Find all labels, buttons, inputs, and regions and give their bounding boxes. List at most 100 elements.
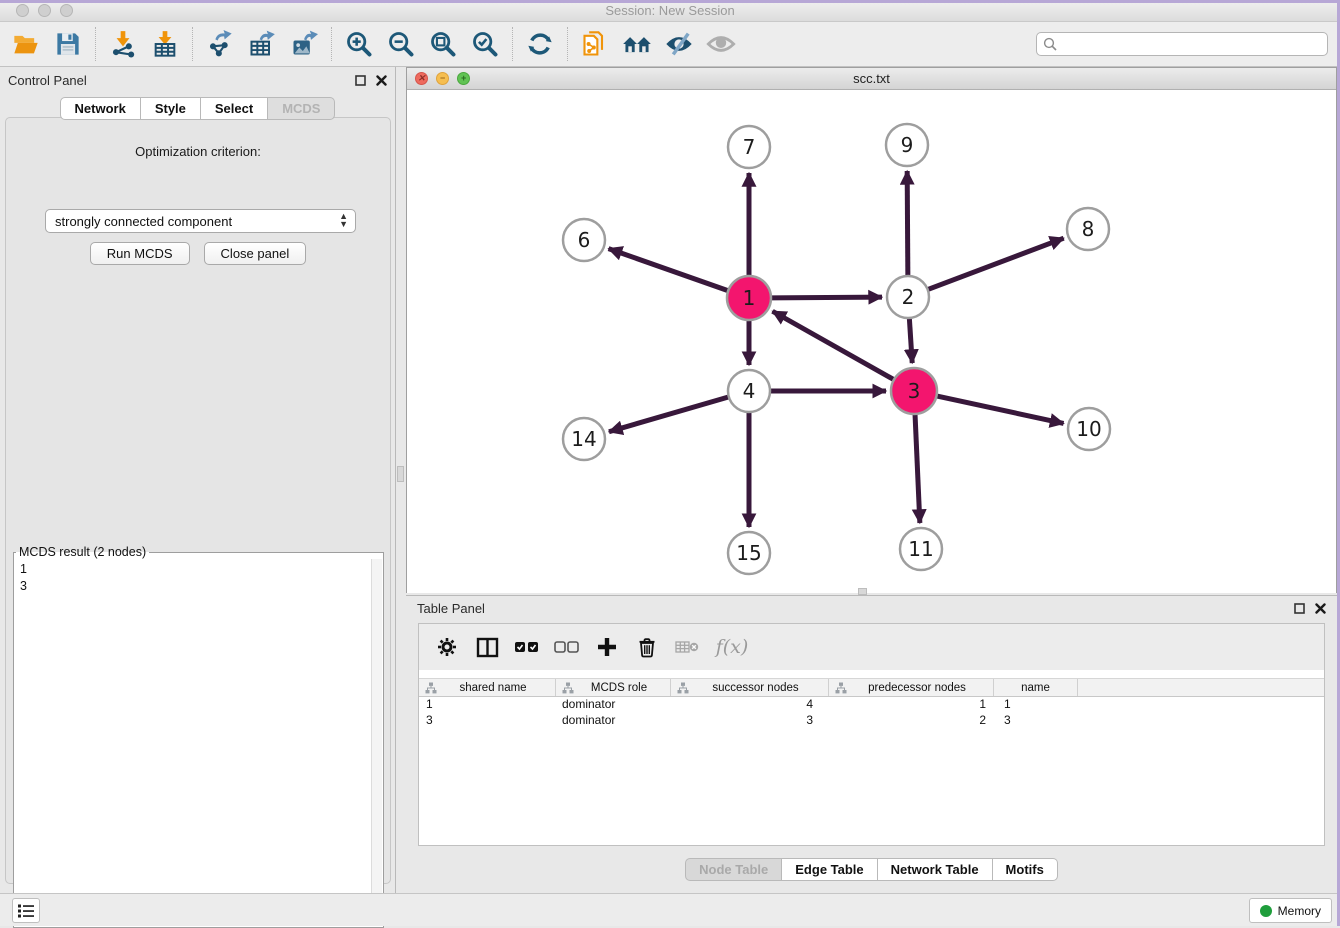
edge-1-6[interactable]: [609, 249, 729, 291]
tab-node-table[interactable]: Node Table: [685, 858, 782, 881]
shared-column-icon: [835, 682, 847, 694]
cell-name[interactable]: 3: [994, 713, 1078, 729]
node-label: 8: [1082, 217, 1095, 241]
memory-button[interactable]: Memory: [1249, 898, 1332, 923]
control-panel-tabs: NetworkStyleSelectMCDS: [0, 97, 395, 120]
edge-3-11[interactable]: [915, 414, 920, 523]
close-panel-button[interactable]: Close panel: [204, 242, 307, 265]
edge-1-2[interactable]: [771, 297, 882, 298]
open-file-icon[interactable]: [8, 26, 44, 62]
edge-2-8[interactable]: [928, 238, 1064, 289]
network-title: scc.txt: [407, 71, 1336, 86]
cell-shared-name[interactable]: 1: [419, 697, 556, 713]
task-history-button[interactable]: [12, 898, 40, 923]
gear-icon[interactable]: [429, 629, 465, 665]
function-builder-icon: f(x): [709, 629, 755, 665]
first-neighbors-icon[interactable]: [619, 26, 655, 62]
cell-shared-name[interactable]: 3: [419, 713, 556, 729]
criterion-dropdown[interactable]: strongly connected component ▲▼: [45, 209, 356, 233]
add-column-icon[interactable]: [589, 629, 625, 665]
mcds-result-list[interactable]: 13: [14, 559, 371, 926]
network-window-titlebar[interactable]: ✕ − + scc.txt: [407, 68, 1336, 90]
edge-3-1[interactable]: [773, 311, 894, 379]
tab-mcds[interactable]: MCDS: [268, 97, 335, 120]
table-panel-tabs: Node TableEdge TableNetwork TableMotifs: [406, 858, 1337, 881]
tab-select[interactable]: Select: [201, 97, 268, 120]
cell-successor-nodes[interactable]: 3: [671, 713, 829, 729]
cell-successor-nodes[interactable]: 4: [671, 697, 829, 713]
export-table-icon[interactable]: [244, 26, 280, 62]
vertical-splitter-handle[interactable]: [397, 466, 404, 482]
table-row[interactable]: 1dominator411: [419, 697, 1324, 713]
zoom-out-icon[interactable]: [383, 26, 419, 62]
column-header-MCDS-role[interactable]: MCDS role: [556, 679, 671, 696]
tab-network-table[interactable]: Network Table: [878, 858, 993, 881]
export-network-icon[interactable]: [202, 26, 238, 62]
split-panel-icon[interactable]: [469, 629, 505, 665]
optimization-criterion-label: Optimization criterion:: [6, 144, 390, 159]
zoom-in-icon[interactable]: [341, 26, 377, 62]
float-panel-icon[interactable]: [355, 75, 366, 86]
node-label: 14: [571, 427, 596, 451]
node-table-container: f(x) shared nameMCDS rolesuccessor nodes…: [418, 623, 1325, 846]
search-input[interactable]: [1061, 34, 1327, 54]
criterion-value: strongly connected component: [55, 214, 232, 229]
column-header-successor-nodes[interactable]: successor nodes: [671, 679, 829, 696]
search-field[interactable]: [1036, 32, 1328, 56]
node-label: 10: [1076, 417, 1101, 441]
cell-predecessor-nodes[interactable]: 1: [829, 697, 994, 713]
hide-selected-icon[interactable]: [661, 26, 697, 62]
node-table: shared nameMCDS rolesuccessor nodesprede…: [419, 678, 1324, 729]
search-icon: [1043, 37, 1057, 51]
cell-predecessor-nodes[interactable]: 2: [829, 713, 994, 729]
node-label: 2: [902, 285, 915, 309]
table-panel: Table Panel: [406, 595, 1337, 890]
export-image-icon[interactable]: [286, 26, 322, 62]
delete-table-icon: [669, 629, 705, 665]
edge-2-9[interactable]: [907, 171, 908, 276]
table-row[interactable]: 3dominator323: [419, 713, 1324, 729]
apply-layout-icon[interactable]: [522, 26, 558, 62]
node-label: 3: [908, 379, 921, 403]
column-header-predecessor-nodes[interactable]: predecessor nodes: [829, 679, 994, 696]
cell-MCDS-role[interactable]: dominator: [556, 713, 671, 729]
result-scrollbar[interactable]: [371, 559, 382, 926]
delete-column-icon[interactable]: [629, 629, 665, 665]
horizontal-splitter-handle[interactable]: [858, 588, 867, 595]
cell-name[interactable]: 1: [994, 697, 1078, 713]
edge-2-3[interactable]: [909, 318, 912, 363]
table-header-row: shared nameMCDS rolesuccessor nodesprede…: [419, 678, 1324, 697]
close-panel-icon[interactable]: [376, 75, 387, 86]
close-view-button[interactable]: ✕: [415, 72, 428, 85]
cell-MCDS-role[interactable]: dominator: [556, 697, 671, 713]
edge-3-10[interactable]: [936, 396, 1063, 424]
column-header-name[interactable]: name: [994, 679, 1078, 696]
tab-style[interactable]: Style: [141, 97, 201, 120]
tab-motifs[interactable]: Motifs: [993, 858, 1058, 881]
dropdown-stepper-icon: ▲▼: [339, 212, 348, 228]
toolbar-separator: [567, 27, 568, 61]
zoom-selected-icon[interactable]: [467, 26, 503, 62]
deselect-all-icon[interactable]: [549, 629, 585, 665]
save-session-icon[interactable]: [50, 26, 86, 62]
import-table-icon[interactable]: [147, 26, 183, 62]
shared-column-icon: [562, 682, 574, 694]
import-network-icon[interactable]: [105, 26, 141, 62]
close-panel-icon[interactable]: [1315, 603, 1326, 614]
zoom-fit-icon[interactable]: [425, 26, 461, 62]
node-label: 9: [901, 133, 914, 157]
edge-4-14[interactable]: [609, 397, 729, 432]
minimize-view-button[interactable]: −: [436, 72, 449, 85]
toolbar-separator: [192, 27, 193, 61]
task-list-icon: [17, 903, 35, 919]
select-all-icon[interactable]: [509, 629, 545, 665]
float-panel-icon[interactable]: [1294, 603, 1305, 614]
run-mcds-button[interactable]: Run MCDS: [90, 242, 190, 265]
network-canvas[interactable]: 7968124314101511: [407, 90, 1336, 593]
tab-network[interactable]: Network: [60, 97, 141, 120]
tab-edge-table[interactable]: Edge Table: [782, 858, 877, 881]
column-header-shared-name[interactable]: shared name: [419, 679, 556, 696]
new-network-from-selection-icon[interactable]: [577, 26, 613, 62]
maximize-view-button[interactable]: +: [457, 72, 470, 85]
title-bar: Session: New Session: [0, 0, 1340, 22]
